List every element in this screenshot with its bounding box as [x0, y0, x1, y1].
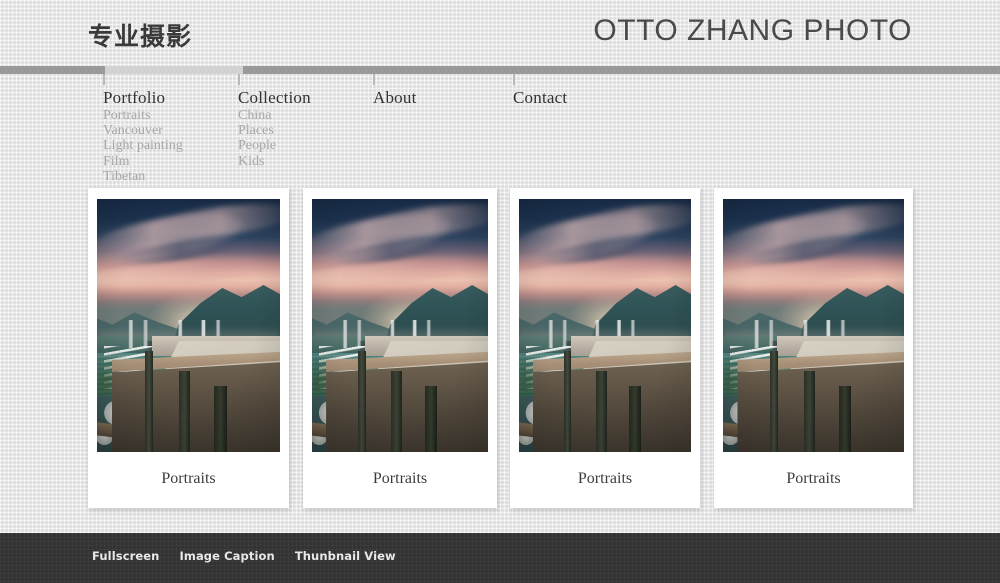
nav-item-about[interactable]: About [373, 88, 417, 108]
brand-logo-chinese[interactable]: 专业摄影 [88, 17, 192, 53]
nav-tick-mark-icon [103, 74, 105, 85]
gallery-photo-thumbnail[interactable] [312, 199, 488, 452]
gallery-card-caption: Portraits [372, 470, 428, 487]
nav-subitem-film[interactable]: Film [103, 154, 183, 169]
photo-layer-vig [723, 199, 904, 452]
nav-sublist-collection: China Places People Kids [238, 108, 276, 169]
gallery-card-caption: Portraits [786, 470, 841, 487]
footer-link-image-caption[interactable]: Image Caption [179, 549, 274, 563]
nav-item-contact[interactable]: Contact [513, 88, 567, 108]
photo-layer-vig [97, 199, 280, 452]
footer-toolbar: Fullscreen Image Caption Thunbnail View [0, 533, 1000, 583]
nav-tick-mark-icon [513, 74, 515, 85]
nav-subitem-kids[interactable]: Kids [238, 154, 276, 169]
nav-divider-bar [0, 66, 1000, 74]
nav-subitem-vancouver[interactable]: Vancouver [103, 123, 183, 138]
nav-item-portfolio[interactable]: Portfolio [103, 88, 165, 108]
gallery-card[interactable]: Portraits [714, 188, 913, 508]
main-navigation: Portfolio Portraits Vancouver Light paintin… [0, 74, 1000, 186]
nav-sublist-portfolio: Portraits Vancouver Light painting Film Tibe… [103, 108, 183, 184]
site-header: 专业摄影 OTTO ZHANG PHOTO [0, 0, 1000, 66]
gallery-card-caption: Portraits [577, 470, 633, 487]
photo-gallery: Portraits Portraits Portraits Portraits [0, 188, 1000, 513]
footer-link-thunbnail-view[interactable]: Thunbnail View [295, 549, 396, 563]
gallery-photo-thumbnail[interactable] [97, 199, 280, 452]
nav-subitem-light-painting[interactable]: Light painting [103, 138, 183, 153]
brand-logo-english[interactable]: OTTO ZHANG PHOTO [593, 14, 912, 48]
gallery-photo-thumbnail[interactable] [723, 199, 904, 452]
gallery-photo-thumbnail[interactable] [519, 199, 691, 452]
nav-subitem-tibetan[interactable]: Tibetan [103, 169, 183, 184]
nav-tick-mark-icon [373, 74, 375, 85]
nav-subitem-people[interactable]: People [238, 138, 276, 153]
gallery-card[interactable]: Portraits [88, 188, 289, 508]
gallery-card-caption: Portraits [161, 470, 216, 487]
photo-layer-vig [519, 199, 691, 452]
nav-subitem-portraits[interactable]: Portraits [103, 108, 183, 123]
nav-tick-mark-icon [238, 74, 240, 85]
nav-subitem-places[interactable]: Places [238, 123, 276, 138]
photo-layer-vig [312, 199, 488, 452]
footer-link-group: Fullscreen Image Caption Thunbnail View [92, 549, 396, 563]
gallery-card[interactable]: Portraits [303, 188, 497, 508]
nav-item-collection[interactable]: Collection [238, 88, 311, 108]
gallery-card[interactable]: Portraits [510, 188, 700, 508]
footer-link-fullscreen[interactable]: Fullscreen [92, 549, 159, 563]
nav-active-indicator [105, 66, 243, 74]
nav-subitem-china[interactable]: China [238, 108, 276, 123]
